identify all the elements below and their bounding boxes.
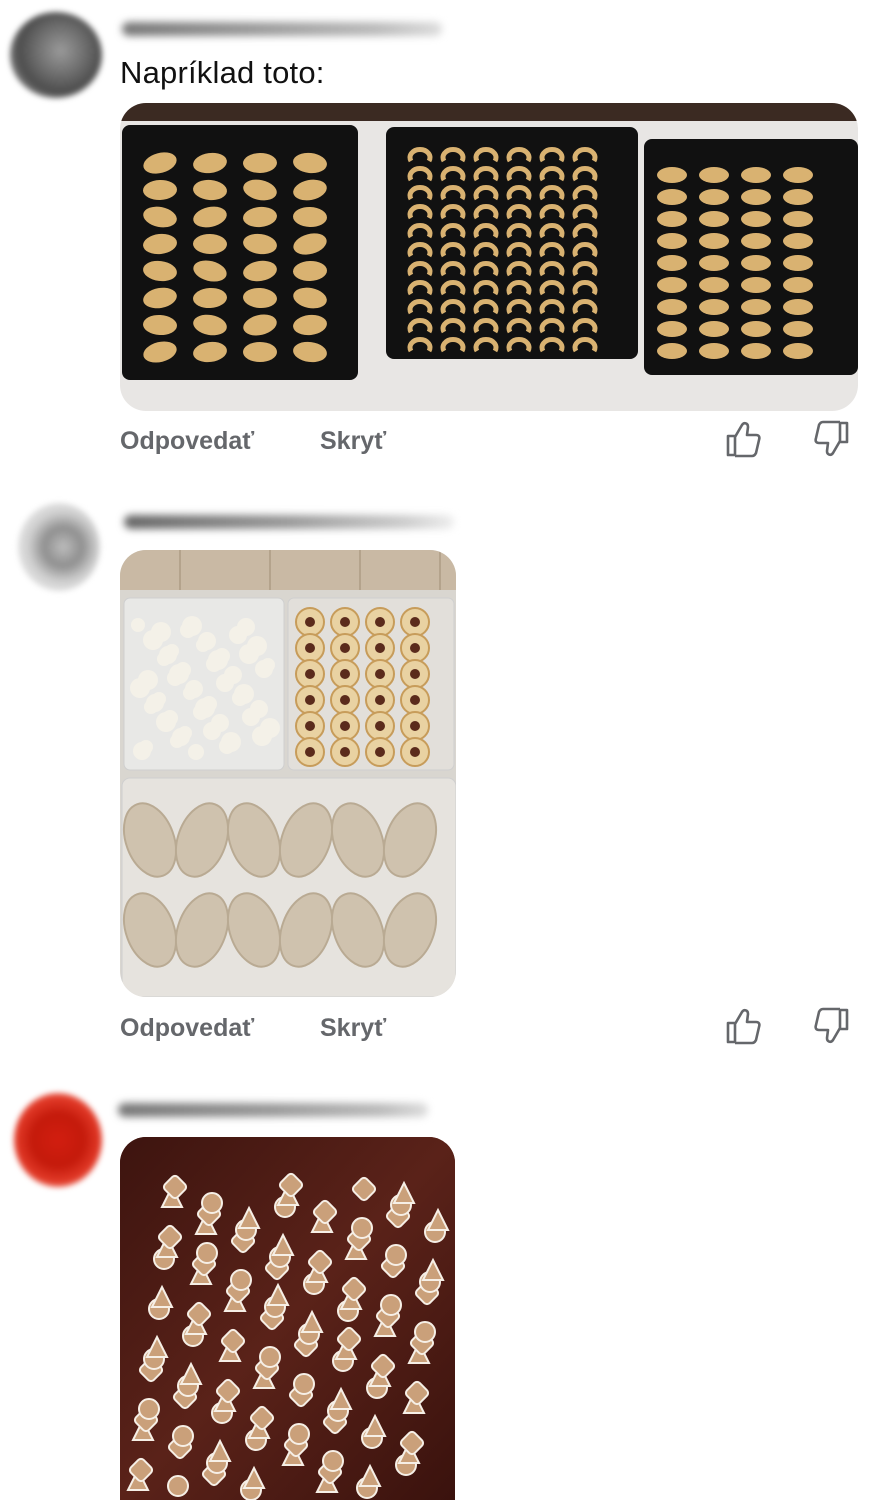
commenter-name-redacted[interactable]	[118, 1103, 428, 1117]
comment-3	[0, 0, 878, 1500]
gingerbread-image	[120, 1137, 455, 1500]
gingerbread-photo[interactable]	[120, 1137, 455, 1500]
commenter-avatar[interactable]	[14, 1093, 102, 1187]
